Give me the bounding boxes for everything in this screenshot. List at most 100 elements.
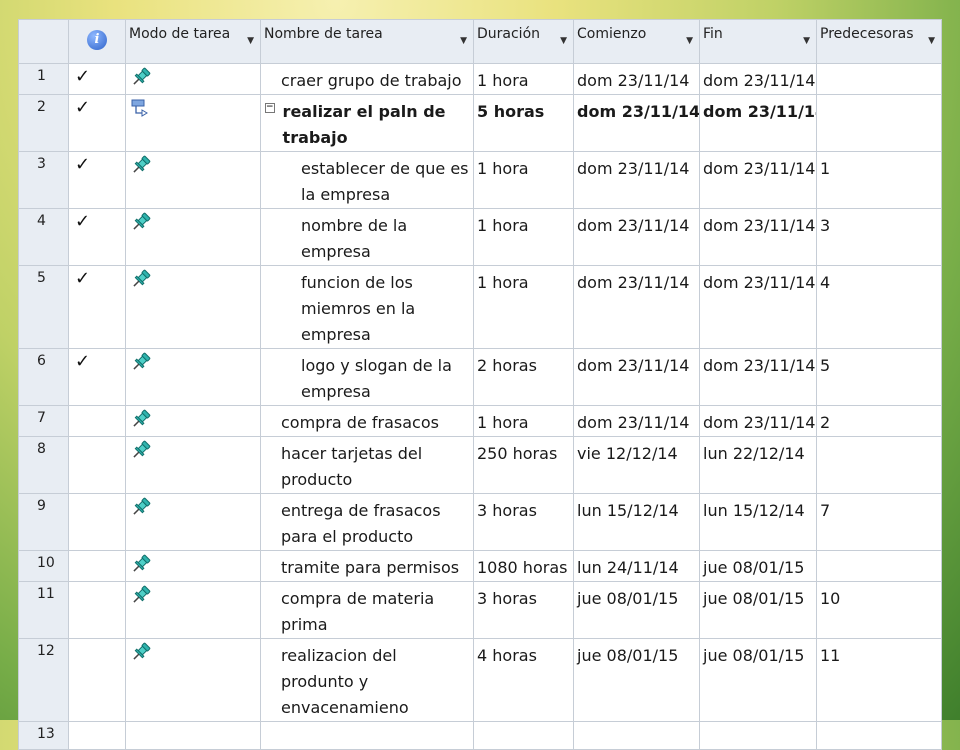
start-cell[interactable]: dom 23/11/14 — [573, 265, 700, 349]
indicator-cell[interactable] — [68, 581, 126, 639]
finish-cell[interactable]: jue 08/01/15 — [699, 638, 817, 722]
task-name-cell[interactable]: compra de materia prima — [260, 581, 474, 639]
start-cell[interactable]: jue 08/01/15 — [573, 638, 700, 722]
row-number[interactable]: 7 — [18, 405, 69, 437]
finish-cell[interactable]: dom 23/11/14 — [699, 208, 817, 266]
start-cell[interactable] — [573, 721, 700, 750]
predecessors-cell[interactable]: 3 — [816, 208, 942, 266]
start-column-header[interactable]: Comienzo ▼ — [573, 19, 700, 64]
duration-cell[interactable]: 1 hora — [473, 208, 574, 266]
task-name-cell[interactable]: nombre de la empresa — [260, 208, 474, 266]
predecessors-cell[interactable]: 10 — [816, 581, 942, 639]
finish-cell[interactable]: dom 23/11/14 — [699, 405, 817, 437]
task-name-cell[interactable]: logo y slogan de la empresa — [260, 348, 474, 406]
task-name-cell[interactable]: hacer tarjetas del producto — [260, 436, 474, 494]
predecessors-cell[interactable] — [816, 436, 942, 494]
indicator-cell[interactable]: ✓ — [68, 348, 126, 406]
mode-column-header[interactable]: Modo de tarea ▼ — [125, 19, 261, 64]
indicator-cell[interactable] — [68, 638, 126, 722]
task-mode-cell[interactable] — [125, 151, 261, 209]
duration-cell[interactable]: 1 hora — [473, 151, 574, 209]
task-name-cell[interactable] — [260, 721, 474, 750]
finish-cell[interactable] — [699, 721, 817, 750]
predecessors-cell[interactable] — [816, 94, 942, 152]
task-row[interactable]: 12 realizacion del produnto y envacenamie… — [18, 638, 942, 722]
finish-cell[interactable]: dom 23/11/14 — [699, 94, 817, 152]
task-mode-cell[interactable] — [125, 348, 261, 406]
predecessors-column-header[interactable]: Predecesoras ▼ — [816, 19, 942, 64]
task-row[interactable]: 11 compra de materia prima 3 horas jue 08/0… — [18, 581, 942, 639]
finish-cell[interactable]: dom 23/11/14 — [699, 348, 817, 406]
indicator-cell[interactable] — [68, 550, 126, 582]
finish-cell[interactable]: jue 08/01/15 — [699, 550, 817, 582]
row-number[interactable]: 6 — [18, 348, 69, 406]
indicator-cell[interactable] — [68, 436, 126, 494]
dropdown-arrow-icon[interactable]: ▼ — [686, 36, 693, 46]
dropdown-arrow-icon[interactable]: ▼ — [803, 36, 810, 46]
predecessors-cell[interactable]: 4 — [816, 265, 942, 349]
row-number[interactable]: 4 — [18, 208, 69, 266]
predecessors-cell[interactable]: 11 — [816, 638, 942, 722]
row-number[interactable]: 10 — [18, 550, 69, 582]
row-number[interactable]: 2 — [18, 94, 69, 152]
task-row[interactable]: 9 entrega de frasacos para el producto 3 h… — [18, 493, 942, 551]
duration-cell[interactable]: 1 hora — [473, 265, 574, 349]
start-cell[interactable]: dom 23/11/14 — [573, 63, 700, 95]
task-mode-cell[interactable] — [125, 436, 261, 494]
task-row[interactable]: 1 ✓ craer grupo de trabajo 1 hora dom 23/11/… — [18, 63, 942, 95]
task-name-cell[interactable]: establecer de que es la empresa — [260, 151, 474, 209]
start-cell[interactable]: dom 23/11/14 — [573, 151, 700, 209]
task-mode-cell[interactable] — [125, 94, 261, 152]
finish-cell[interactable]: dom 23/11/14 — [699, 63, 817, 95]
task-row[interactable]: 5 ✓ funcion de los miemros en la empresa 1 … — [18, 265, 942, 349]
finish-cell[interactable]: dom 23/11/14 — [699, 265, 817, 349]
duration-cell[interactable] — [473, 721, 574, 750]
collapse-toggle-icon[interactable]: − — [265, 103, 275, 113]
indicator-cell[interactable]: ✓ — [68, 94, 126, 152]
task-name-cell[interactable]: funcion de los miemros en la empresa — [260, 265, 474, 349]
task-row[interactable]: 4 ✓ nombre de la empresa 1 hora dom 23/11/14… — [18, 208, 942, 266]
duration-cell[interactable]: 250 horas — [473, 436, 574, 494]
task-row[interactable]: 8 hacer tarjetas del producto 250 horas vie… — [18, 436, 942, 494]
task-row[interactable]: 10 tramite para permisos 1080 horas lun 24/… — [18, 550, 942, 582]
predecessors-cell[interactable] — [816, 721, 942, 750]
row-number[interactable]: 1 — [18, 63, 69, 95]
dropdown-arrow-icon[interactable]: ▼ — [928, 36, 935, 46]
task-row[interactable]: 13 — [18, 721, 942, 750]
indicators-column-header[interactable]: i — [68, 19, 126, 64]
task-name-cell[interactable]: tramite para permisos — [260, 550, 474, 582]
task-mode-cell[interactable] — [125, 493, 261, 551]
task-name-cell[interactable]: entrega de frasacos para el producto — [260, 493, 474, 551]
duration-cell[interactable]: 1 hora — [473, 63, 574, 95]
duration-cell[interactable]: 1 hora — [473, 405, 574, 437]
dropdown-arrow-icon[interactable]: ▼ — [460, 36, 467, 46]
predecessors-cell[interactable] — [816, 550, 942, 582]
task-mode-cell[interactable] — [125, 63, 261, 95]
predecessors-cell[interactable]: 1 — [816, 151, 942, 209]
start-cell[interactable]: dom 23/11/14 — [573, 94, 700, 152]
task-row[interactable]: 2 ✓ − realizar el paln de trabajo 5 horas dom… — [18, 94, 942, 152]
duration-cell[interactable]: 1080 horas — [473, 550, 574, 582]
row-number[interactable]: 5 — [18, 265, 69, 349]
start-cell[interactable]: lun 15/12/14 — [573, 493, 700, 551]
row-number[interactable]: 13 — [18, 721, 69, 750]
start-cell[interactable]: dom 23/11/14 — [573, 405, 700, 437]
task-name-cell[interactable]: craer grupo de trabajo — [260, 63, 474, 95]
dropdown-arrow-icon[interactable]: ▼ — [247, 36, 254, 46]
task-mode-cell[interactable] — [125, 405, 261, 437]
task-mode-cell[interactable] — [125, 265, 261, 349]
row-number[interactable]: 8 — [18, 436, 69, 494]
task-mode-cell[interactable] — [125, 638, 261, 722]
indicator-cell[interactable]: ✓ — [68, 63, 126, 95]
task-mode-cell[interactable] — [125, 721, 261, 750]
task-row[interactable]: 7 compra de frasacos 1 hora dom 23/11/14 dom… — [18, 405, 942, 437]
duration-cell[interactable]: 3 horas — [473, 581, 574, 639]
duration-cell[interactable]: 2 horas — [473, 348, 574, 406]
indicator-cell[interactable]: ✓ — [68, 208, 126, 266]
finish-column-header[interactable]: Fin ▼ — [699, 19, 817, 64]
start-cell[interactable]: dom 23/11/14 — [573, 208, 700, 266]
row-number[interactable]: 9 — [18, 493, 69, 551]
predecessors-cell[interactable]: 5 — [816, 348, 942, 406]
duration-cell[interactable]: 5 horas — [473, 94, 574, 152]
indicator-cell[interactable] — [68, 493, 126, 551]
